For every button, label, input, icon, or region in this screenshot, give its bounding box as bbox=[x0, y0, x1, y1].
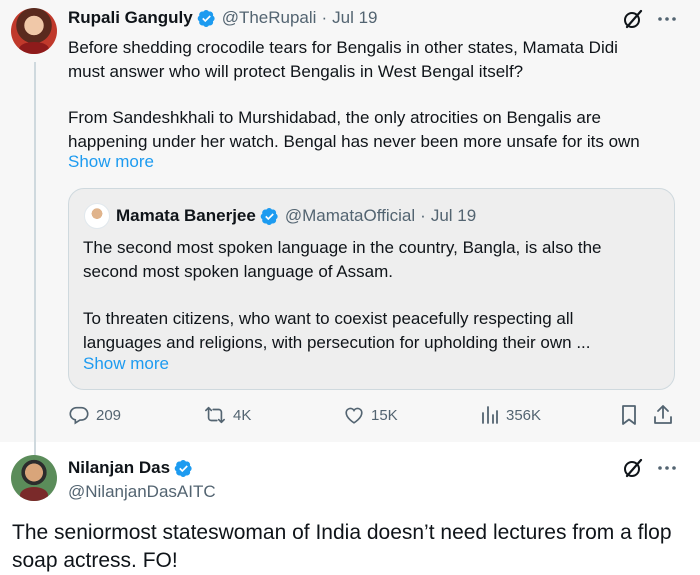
reply-count: 209 bbox=[96, 406, 122, 424]
reply-handle-line: @NilanjanDasAITC bbox=[68, 482, 216, 502]
avatar-nilanjan-das[interactable] bbox=[11, 455, 57, 501]
views-button[interactable]: 356K bbox=[480, 404, 541, 426]
quoted-text-line: second most spoken language of Assam. bbox=[83, 262, 393, 281]
tweet-header: Rupali Ganguly @TheRupali · Jul 19 bbox=[68, 8, 377, 28]
verified-badge-icon bbox=[260, 207, 279, 226]
tweet-text-line: Before shedding crocodile tears for Beng… bbox=[68, 38, 618, 57]
separator-dot: · bbox=[420, 206, 426, 225]
quoted-text-line: languages and religions, with persecutio… bbox=[83, 333, 591, 352]
verified-badge-icon bbox=[174, 459, 193, 478]
quoted-text-line: The second most spoken language in the c… bbox=[83, 238, 602, 257]
thread-connector-line bbox=[34, 62, 36, 457]
quoted-tweet-header: Mamata Banerjee @MamataOfficial · Jul 19 bbox=[116, 206, 476, 226]
author-handle[interactable]: @NilanjanDasAITC bbox=[68, 482, 216, 502]
quoted-tweet-date: Jul 19 bbox=[430, 206, 477, 225]
author-handle[interactable]: @TheRupali bbox=[222, 8, 317, 28]
reply-text-line: The seniormost stateswoman of India does… bbox=[12, 521, 672, 544]
like-button[interactable]: 15K bbox=[343, 404, 398, 426]
share-icon bbox=[653, 404, 679, 426]
verified-badge-icon bbox=[197, 9, 216, 28]
reply-icon bbox=[68, 404, 96, 426]
views-count: 356K bbox=[506, 406, 542, 424]
reply-button[interactable]: 209 bbox=[68, 404, 121, 426]
bookmark-button[interactable] bbox=[619, 404, 645, 426]
grok-icon[interactable] bbox=[622, 457, 644, 479]
quoted-show-more-link[interactable]: Show more bbox=[83, 354, 169, 374]
repost-count: 4K bbox=[233, 406, 252, 424]
bookmark-icon bbox=[619, 404, 645, 426]
author-name[interactable]: Rupali Ganguly bbox=[68, 8, 193, 28]
tweet-text-line: From Sandeshkhali to Murshidabad, the on… bbox=[68, 108, 601, 127]
author-name[interactable]: Nilanjan Das bbox=[68, 458, 170, 478]
tweet-date[interactable]: Jul 19 bbox=[332, 8, 377, 28]
reply-header: Nilanjan Das bbox=[68, 458, 199, 478]
grok-icon[interactable] bbox=[622, 8, 644, 30]
reply-text-line: soap actress. FO! bbox=[12, 549, 178, 572]
tweet-action-bar: 209 4K 15K 356K bbox=[68, 404, 676, 428]
avatar-mamata-banerjee bbox=[84, 203, 110, 229]
separator-dot: · bbox=[321, 8, 328, 27]
share-button[interactable] bbox=[653, 404, 679, 426]
tweet-top-actions bbox=[622, 8, 678, 30]
quoted-text-line: To threaten citizens, who want to coexis… bbox=[83, 309, 574, 328]
more-options-icon[interactable] bbox=[656, 457, 678, 479]
tweet-text-line: happening under her watch. Bengal has ne… bbox=[68, 132, 640, 151]
show-more-link[interactable]: Show more bbox=[68, 152, 154, 172]
views-chart-icon bbox=[480, 404, 506, 426]
heart-icon bbox=[343, 404, 371, 426]
tweet-rupali[interactable]: Rupali Ganguly @TheRupali · Jul 19 Befor… bbox=[0, 0, 700, 457]
reply-top-actions bbox=[622, 457, 678, 479]
tweet-text-line: must answer who will protect Bengalis in… bbox=[68, 62, 524, 81]
repost-button[interactable]: 4K bbox=[203, 404, 251, 426]
like-count: 15K bbox=[371, 406, 398, 424]
quoted-author-handle: @MamataOfficial bbox=[284, 206, 416, 225]
quoted-author-name: Mamata Banerjee bbox=[116, 206, 256, 225]
more-options-icon[interactable] bbox=[656, 8, 678, 30]
repost-icon bbox=[203, 404, 233, 426]
avatar-rupali-ganguly[interactable] bbox=[11, 8, 57, 54]
